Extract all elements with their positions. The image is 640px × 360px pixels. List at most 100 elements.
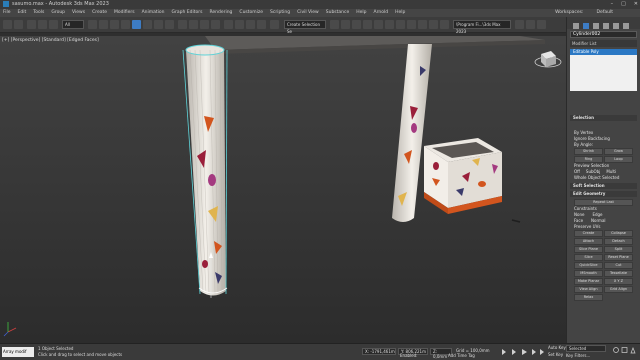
grow-button[interactable]: Grow xyxy=(604,148,633,155)
shrink-button[interactable]: Shrink xyxy=(574,148,603,155)
attach-button[interactable]: Attach xyxy=(574,238,603,245)
menu-help[interactable]: Help xyxy=(395,9,405,17)
keyboard-shortcut-icon[interactable] xyxy=(211,20,220,29)
menu-group[interactable]: Group xyxy=(51,9,65,17)
selection-filter-dropdown[interactable]: All xyxy=(62,20,84,29)
menu-edit[interactable]: Edit xyxy=(18,9,27,17)
view-align-button[interactable]: View Align xyxy=(574,286,603,293)
toggle-layer-explorer-icon[interactable] xyxy=(363,20,372,29)
angle-snap-icon[interactable] xyxy=(235,20,244,29)
field-of-view-icon[interactable] xyxy=(630,347,636,354)
minimize-button[interactable]: – xyxy=(611,0,614,9)
set-key-button[interactable]: Set Key xyxy=(548,352,563,358)
loop-button[interactable]: Loop xyxy=(604,156,633,163)
perspective-viewport[interactable]: [+] [Perspective] [Standard] [Edged Face… xyxy=(0,36,566,343)
utilities-tab-icon[interactable] xyxy=(623,23,629,29)
goto-start-icon[interactable] xyxy=(502,349,506,355)
menu-scripting[interactable]: Scripting xyxy=(270,9,290,17)
display-tab-icon[interactable] xyxy=(613,23,619,29)
reference-coordinate-icon[interactable] xyxy=(178,20,187,29)
soft-selection-rollout-header[interactable]: Soft Selection xyxy=(570,183,637,189)
align-icon[interactable] xyxy=(341,20,350,29)
help-icon[interactable] xyxy=(537,20,546,29)
select-manipulate-icon[interactable] xyxy=(200,20,209,29)
select-and-move-icon[interactable] xyxy=(132,20,141,29)
create-button[interactable]: Create xyxy=(574,230,603,237)
schematic-view-icon[interactable] xyxy=(396,20,405,29)
previous-frame-icon[interactable] xyxy=(512,349,516,355)
add-time-tag-button[interactable]: Add Time Tag xyxy=(448,353,475,359)
menu-file[interactable]: File xyxy=(3,9,11,17)
menu-graph-editors[interactable]: Graph Editors xyxy=(172,9,203,17)
maximize-button[interactable]: □ xyxy=(621,0,626,9)
collapse-button[interactable]: Collapse xyxy=(604,230,633,237)
menu-rendering[interactable]: Rendering xyxy=(209,9,232,17)
menu-create[interactable]: Create xyxy=(92,9,107,17)
cut-button[interactable]: Cut xyxy=(604,262,633,269)
close-button[interactable]: ✕ xyxy=(634,0,638,9)
toggle-scene-explorer-icon[interactable] xyxy=(352,20,361,29)
create-tab-icon[interactable] xyxy=(573,23,579,29)
scene-canvas[interactable] xyxy=(0,36,566,343)
mirror-icon[interactable] xyxy=(330,20,339,29)
sign-in-icon[interactable] xyxy=(526,20,535,29)
menu-customize[interactable]: Customize xyxy=(239,9,263,17)
slice-button[interactable]: Slice xyxy=(574,254,603,261)
unlink-icon[interactable] xyxy=(38,20,47,29)
tessellate-button[interactable]: Tessellate xyxy=(604,270,633,277)
menu-animation[interactable]: Animation xyxy=(142,9,165,17)
toggle-ribbon-icon[interactable] xyxy=(374,20,383,29)
next-frame-icon[interactable] xyxy=(532,349,536,355)
render-production-icon[interactable] xyxy=(440,20,449,29)
curve-editor-icon[interactable] xyxy=(385,20,394,29)
stack-item-editable-poly[interactable]: Editable Poly xyxy=(570,49,637,55)
select-and-scale-icon[interactable] xyxy=(154,20,163,29)
percent-snap-icon[interactable] xyxy=(246,20,255,29)
maxscript-listener-field[interactable]: Array modif xyxy=(2,347,34,357)
bind-spacewarp-icon[interactable] xyxy=(49,20,58,29)
spinner-snap-icon[interactable] xyxy=(257,20,266,29)
undo-icon[interactable] xyxy=(3,20,12,29)
quickslice-button[interactable]: QuickSlice xyxy=(574,262,603,269)
select-by-name-icon[interactable] xyxy=(99,20,108,29)
relax-button[interactable]: Relax xyxy=(574,294,603,301)
hierarchy-tab-icon[interactable] xyxy=(593,23,599,29)
motion-tab-icon[interactable] xyxy=(603,23,609,29)
menu-modifiers[interactable]: Modifiers xyxy=(114,9,135,17)
menu-help-2[interactable]: Help xyxy=(356,9,366,17)
zoom-extents-icon[interactable] xyxy=(621,347,628,353)
snaps-toggle-icon[interactable] xyxy=(224,20,233,29)
material-editor-icon[interactable] xyxy=(407,20,416,29)
rectangular-selection-icon[interactable] xyxy=(110,20,119,29)
subobject-level-icons[interactable] xyxy=(570,123,637,130)
auto-key-button[interactable]: Auto Key xyxy=(548,345,566,351)
detach-button[interactable]: Detach xyxy=(604,238,633,245)
zoom-icon[interactable] xyxy=(613,347,619,353)
goto-end-icon[interactable] xyxy=(540,349,544,355)
window-crossing-icon[interactable] xyxy=(121,20,130,29)
redo-icon[interactable] xyxy=(14,20,23,29)
edit-named-selection-icon[interactable] xyxy=(270,20,279,29)
project-folder-icon[interactable] xyxy=(515,20,524,29)
link-icon[interactable] xyxy=(27,20,36,29)
edit-geometry-rollout-header[interactable]: Edit Geometry xyxy=(570,191,637,197)
viewport-label[interactable]: [+] [Perspective] [Standard] [Edged Face… xyxy=(2,38,99,43)
slice-plane-button[interactable]: Slice Plane xyxy=(574,246,603,253)
terrazzo-box[interactable] xyxy=(424,138,502,214)
menu-substance[interactable]: Substance xyxy=(326,9,350,17)
render-setup-icon[interactable] xyxy=(418,20,427,29)
reset-plane-button[interactable]: Reset Plane xyxy=(604,254,633,261)
split-checkbox[interactable]: Split xyxy=(604,246,633,253)
x-coordinate-field[interactable]: X: -1791,461m xyxy=(362,348,396,355)
key-filters-button[interactable]: Key Filters... xyxy=(566,353,590,359)
pivot-center-icon[interactable] xyxy=(189,20,198,29)
object-name-field[interactable]: Cylinder002 xyxy=(570,31,637,38)
menu-arnold[interactable]: Arnold xyxy=(374,9,389,17)
select-and-place-icon[interactable] xyxy=(165,20,174,29)
project-folder-dropdown[interactable]: \Program Fi...\3ds Max 2023 xyxy=(453,20,511,34)
named-selection-dropdown[interactable]: Create Selection Se xyxy=(284,20,326,34)
ring-button[interactable]: Ring xyxy=(574,156,603,163)
modifier-list-dropdown[interactable]: Modifier List xyxy=(570,40,637,47)
select-and-rotate-icon[interactable] xyxy=(143,20,152,29)
menu-views[interactable]: Views xyxy=(72,9,85,17)
